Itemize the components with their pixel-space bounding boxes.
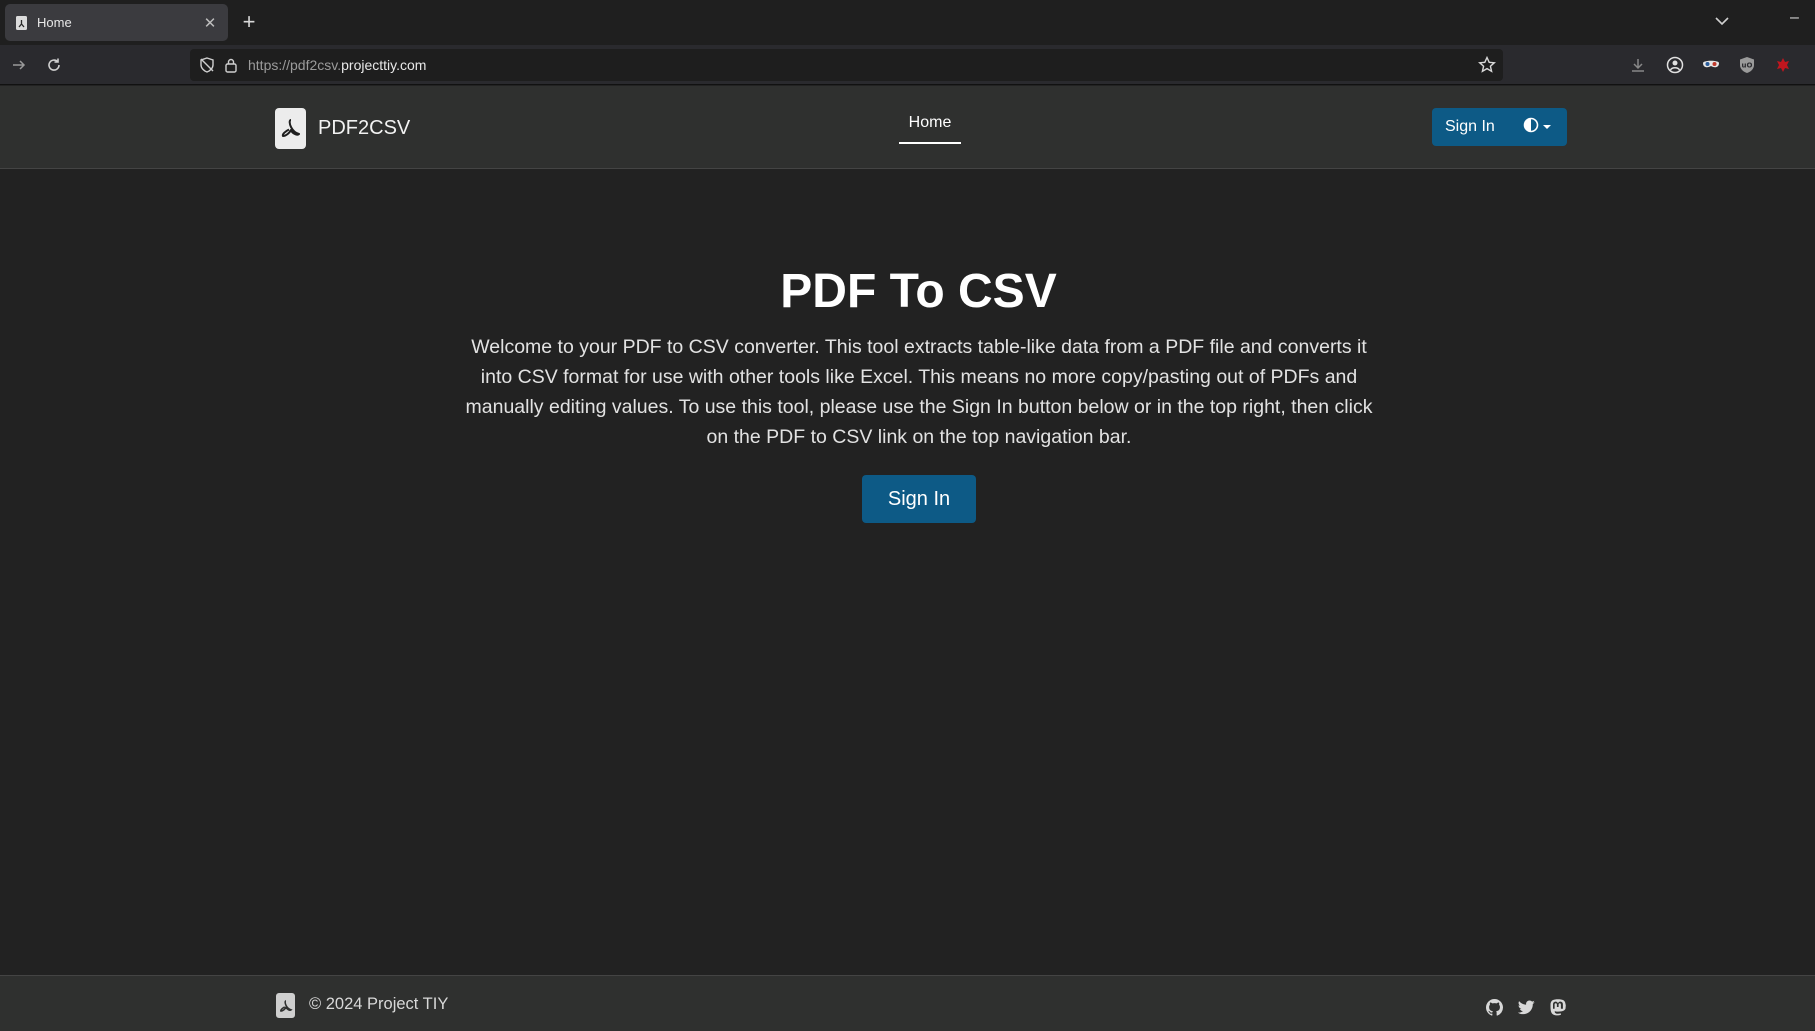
- twitter-icon[interactable]: [1517, 998, 1535, 1016]
- browser-tab[interactable]: Home ✕: [5, 4, 228, 41]
- nav-home[interactable]: Home: [899, 114, 961, 144]
- tab-title: Home: [37, 15, 72, 30]
- site-footer: © 2024 Project TIY: [0, 975, 1815, 1031]
- download-icon[interactable]: [1628, 55, 1648, 75]
- svg-text:uO: uO: [1742, 62, 1753, 70]
- footer-copyright: © 2024 Project TIY: [309, 995, 449, 1013]
- close-icon[interactable]: ✕: [202, 14, 218, 32]
- hero-description: Welcome to your PDF to CSV converter. Th…: [465, 336, 1373, 448]
- extension-red-icon[interactable]: [1773, 55, 1793, 75]
- account-icon[interactable]: [1665, 55, 1685, 75]
- extension-mask-icon[interactable]: [1701, 55, 1721, 75]
- reload-icon[interactable]: [43, 54, 65, 76]
- github-icon[interactable]: [1485, 998, 1503, 1016]
- footer-pdf-logo-icon[interactable]: [276, 993, 295, 1018]
- hero-signin-button[interactable]: Sign In: [862, 475, 976, 523]
- address-bar[interactable]: https://pdf2csv.projecttiy.com: [190, 49, 1503, 81]
- brand-name: PDF2CSV: [318, 116, 411, 139]
- page-title: PDF To CSV: [780, 265, 1057, 318]
- chevron-down-icon[interactable]: [1712, 11, 1732, 31]
- url-text: https://pdf2csv.projecttiy.com: [248, 57, 427, 73]
- browser-tab-bar: Home ✕ + –: [0, 0, 1815, 45]
- contrast-icon: [1523, 117, 1539, 138]
- caret-down-icon: [1543, 125, 1551, 129]
- minimize-icon[interactable]: –: [1790, 9, 1806, 33]
- plus-icon[interactable]: +: [238, 9, 260, 35]
- site-header: PDF2CSV Home Sign In: [0, 86, 1815, 169]
- tracking-shield-icon[interactable]: [198, 56, 216, 74]
- header-signin-group: Sign In: [1432, 108, 1567, 146]
- lock-icon[interactable]: [224, 57, 238, 73]
- header-signin-button[interactable]: Sign In: [1432, 118, 1520, 136]
- pdf-favicon: [15, 15, 28, 30]
- brand-link[interactable]: PDF2CSV: [275, 107, 410, 149]
- theme-toggle-button[interactable]: [1523, 117, 1551, 138]
- star-icon[interactable]: [1477, 55, 1497, 75]
- pdf-logo-icon: [275, 107, 306, 149]
- browser-toolbar: https://pdf2csv.projecttiy.com uO: [0, 45, 1815, 85]
- extension-shield-icon[interactable]: uO: [1737, 55, 1757, 75]
- mastodon-icon[interactable]: [1549, 998, 1567, 1016]
- forward-icon[interactable]: [8, 54, 30, 76]
